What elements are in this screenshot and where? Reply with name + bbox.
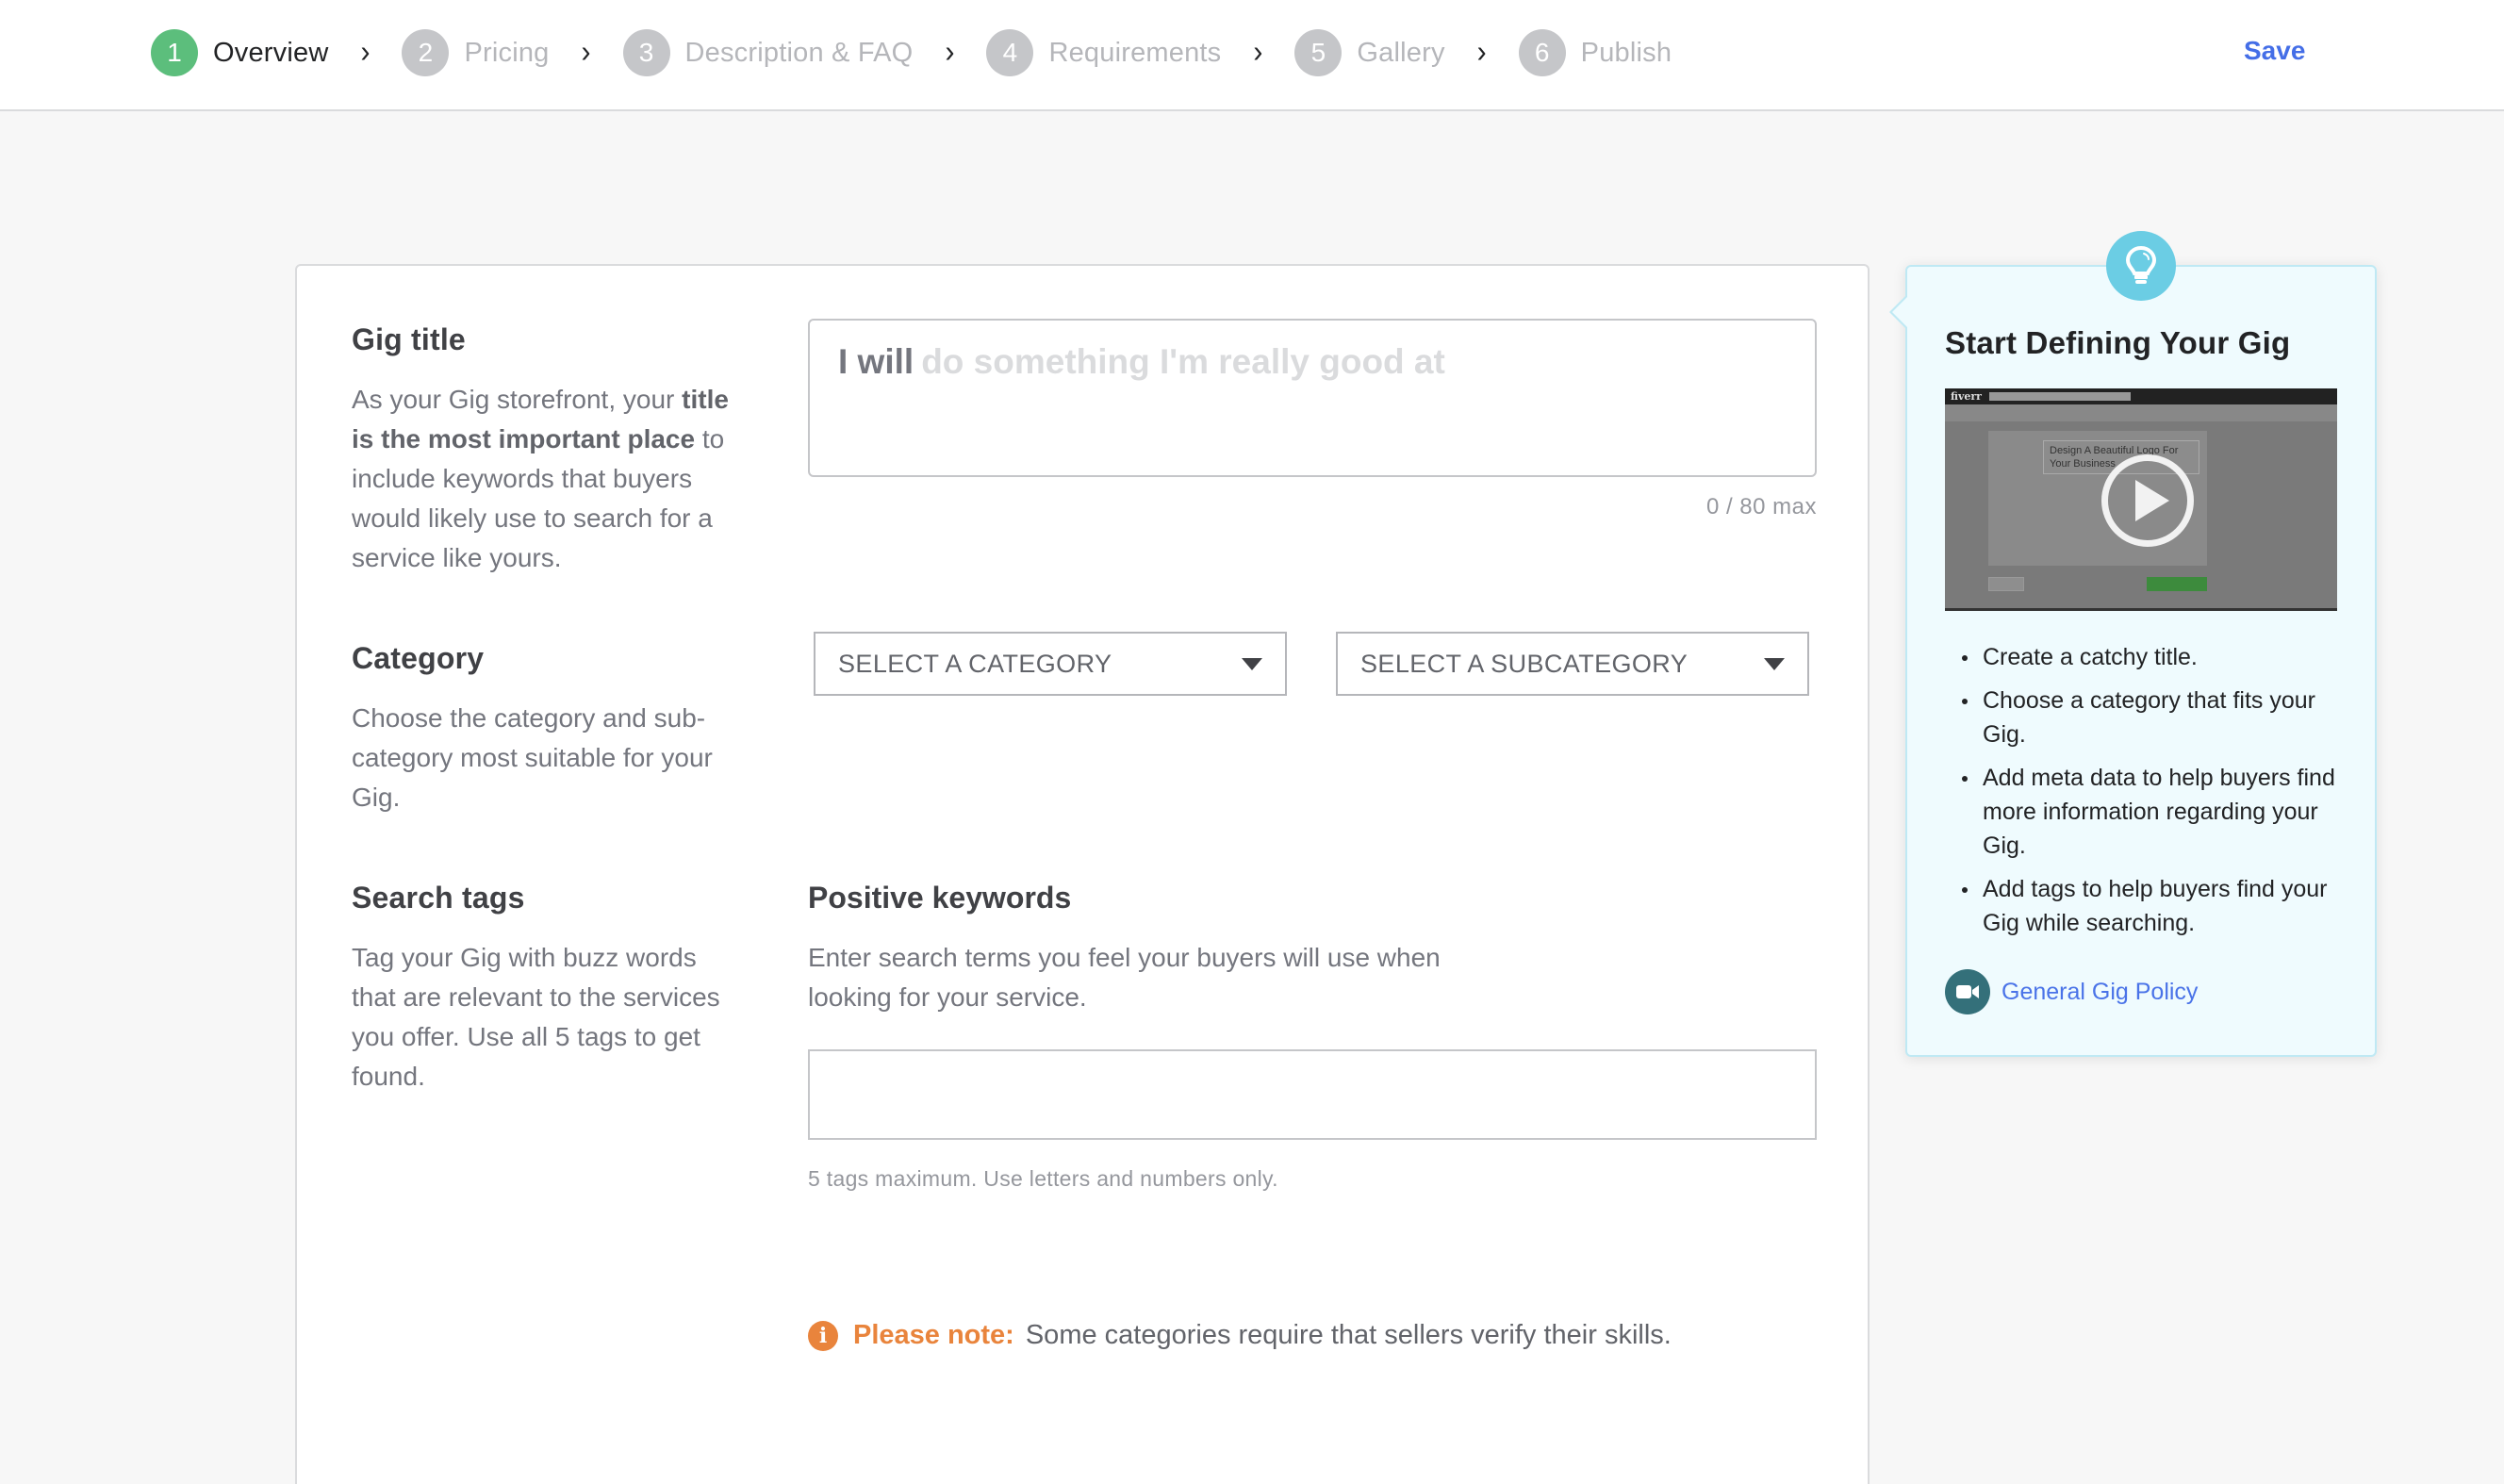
caret-down-icon [1242,657,1262,670]
category-description: Choose the category and sub-category mos… [352,703,713,812]
chevron-right-icon: › [581,35,591,70]
video-thumb-cancel [1988,577,2024,591]
tip-pointer [1889,295,1907,329]
input-prefix: I will [838,342,914,381]
gig-title-field: I will do something I'm really good at 0 … [808,319,1817,520]
tip-item: Create a catchy title. [1960,640,2356,674]
chevron-right-icon: › [945,35,955,70]
video-thumb-nav [1945,404,2337,421]
step-label: Publish [1580,37,1672,68]
step-number: 6 [1518,29,1566,76]
tags-hint: 5 tags maximum. Use letters and numbers … [808,1166,1278,1191]
note-text: Some categories require that sellers ver… [1025,1320,1672,1350]
category-label-block: Category Choose the category and sub-cat… [352,641,748,817]
video-thumb-continue [2147,577,2207,591]
video-thumb-logo: fiverr [1951,390,1982,403]
tutorial-video[interactable]: fiverr Design A Beautiful Logo For Your … [1945,388,2337,611]
step-label: Requirements [1048,37,1222,68]
gig-title-input[interactable]: I will do something I'm really good at [808,319,1817,477]
save-button[interactable]: Save [2244,36,2305,66]
search-tags-description: Tag your Gig with buzz words that are re… [352,943,720,1091]
category-fields: SELECT A CATEGORY SELECT A SUBCATEGORY [808,632,1817,696]
desc-text: As your Gig storefront, your [352,385,683,414]
please-note-message: i Please note: Some categories require t… [808,1320,1672,1351]
policy-link-text: General Gig Policy [2002,978,2199,1005]
tip-title: Start Defining Your Gig [1945,325,2291,360]
step-number: 5 [1294,29,1343,76]
tip-panel: Start Defining Your Gig fiverr Design A … [1889,231,2377,1057]
gig-title-description: As your Gig storefront, your title is th… [352,380,748,578]
chevron-right-icon: › [360,35,371,70]
step-overview[interactable]: 1 Overview [151,29,328,76]
step-number: 4 [986,29,1034,76]
category-select[interactable]: SELECT A CATEGORY [814,632,1287,696]
step-number: 2 [402,29,450,76]
steps-nav: 1 Overview › 2 Pricing › 3 Description &… [151,28,1672,77]
step-label: Overview [213,37,329,68]
tip-item: Add meta data to help buyers find more i… [1960,761,2356,863]
info-icon: i [808,1320,838,1351]
video-thumb-search [1988,392,2131,401]
overview-form-card: Gig title As your Gig storefront, your t… [295,264,1870,1484]
tips-list: Create a catchy title. Choose a category… [1960,640,2356,949]
step-pricing[interactable]: 2 Pricing [402,29,549,76]
step-requirements[interactable]: 4 Requirements [986,29,1221,76]
caret-down-icon [1764,657,1785,670]
positive-keywords-title: Positive keywords [808,881,1072,915]
step-label: Pricing [464,37,550,68]
gig-title-label-block: Gig title As your Gig storefront, your t… [352,322,748,578]
general-gig-policy-link[interactable]: General Gig Policy [1945,969,2198,1014]
step-description-faq[interactable]: 3 Description & FAQ [622,29,914,76]
step-publish[interactable]: 6 Publish [1518,29,1672,76]
video-camera-icon [1945,969,1990,1014]
step-number: 3 [622,29,670,76]
select-value: SELECT A CATEGORY [838,649,1112,678]
stepper-header: 1 Overview › 2 Pricing › 3 Description &… [0,0,2504,111]
play-icon[interactable] [2101,454,2194,547]
tags-input[interactable] [808,1049,1817,1140]
lightbulb-icon [2106,231,2176,301]
video-thumb-header: fiverr [1945,388,2337,404]
positive-keywords-description: Enter search terms you feel your buyers … [808,943,1441,1012]
step-label: Description & FAQ [684,37,914,68]
tip-item: Choose a category that fits your Gig. [1960,684,2356,751]
note-label: Please note: [853,1320,1014,1350]
chevron-right-icon: › [1476,35,1487,70]
chevron-right-icon: › [1253,35,1263,70]
tip-item: Add tags to help buyers find your Gig wh… [1960,872,2356,940]
step-gallery[interactable]: 5 Gallery [1294,29,1444,76]
category-heading: Category [352,641,485,675]
subcategory-select[interactable]: SELECT A SUBCATEGORY [1336,632,1809,696]
gig-title-heading: Gig title [352,322,466,356]
step-label: Gallery [1357,37,1445,68]
select-value: SELECT A SUBCATEGORY [1360,649,1689,678]
character-counter: 0 / 80 max [1705,494,1817,519]
step-number: 1 [151,29,198,76]
input-placeholder: do something I'm really good at [921,342,1445,381]
search-tags-label-block: Search tags Tag your Gig with buzz words… [352,881,748,1097]
positive-keywords-field: Positive keywords Enter search terms you… [808,881,1817,1192]
search-tags-heading: Search tags [352,881,525,915]
